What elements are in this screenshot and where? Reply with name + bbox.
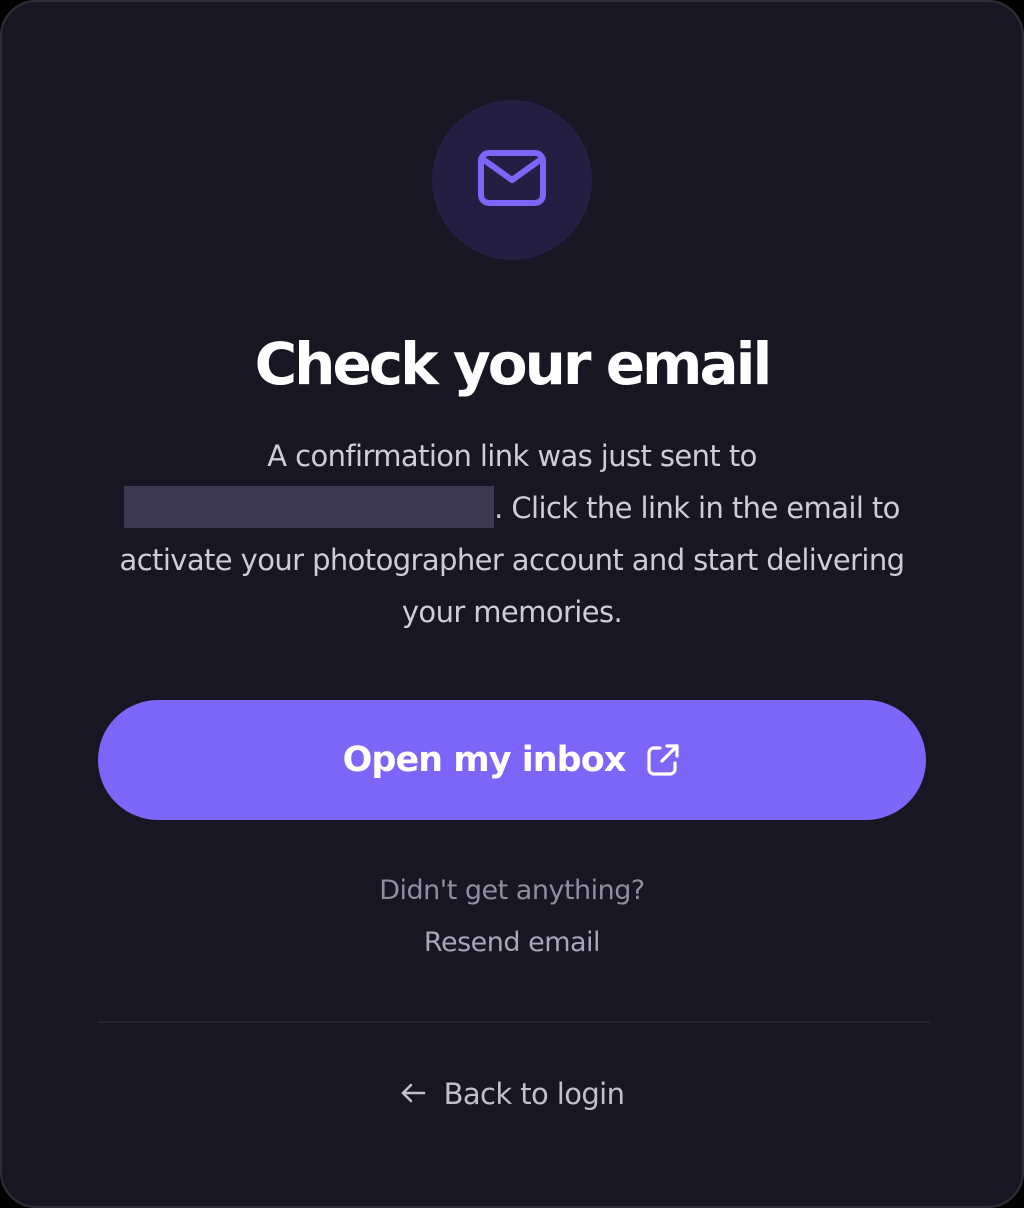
confirmation-message: A confirmation link was just sent to . C… [102,430,922,638]
mail-icon-badge [432,100,592,260]
resend-row: Resend email [2,920,1022,969]
arrow-left-icon [400,1068,426,1120]
back-to-login-link[interactable]: Back to login [2,1068,1022,1120]
redacted-email-address [124,486,495,528]
mail-icon [478,150,546,210]
open-inbox-label: Open my inbox [342,740,627,780]
open-inbox-button[interactable]: Open my inbox [98,700,926,820]
divider [98,1021,930,1023]
back-to-login-label: Back to login [443,1077,625,1111]
resend-prompt: Didn't get anything? [379,875,645,906]
resend-email-link[interactable]: Resend email [424,927,601,958]
external-link-icon [645,742,681,778]
confirmation-card: Check your email A confirmation link was… [0,0,1024,1208]
page-title: Check your email [254,330,773,398]
message-intro: A confirmation link was just sent to [267,439,757,473]
